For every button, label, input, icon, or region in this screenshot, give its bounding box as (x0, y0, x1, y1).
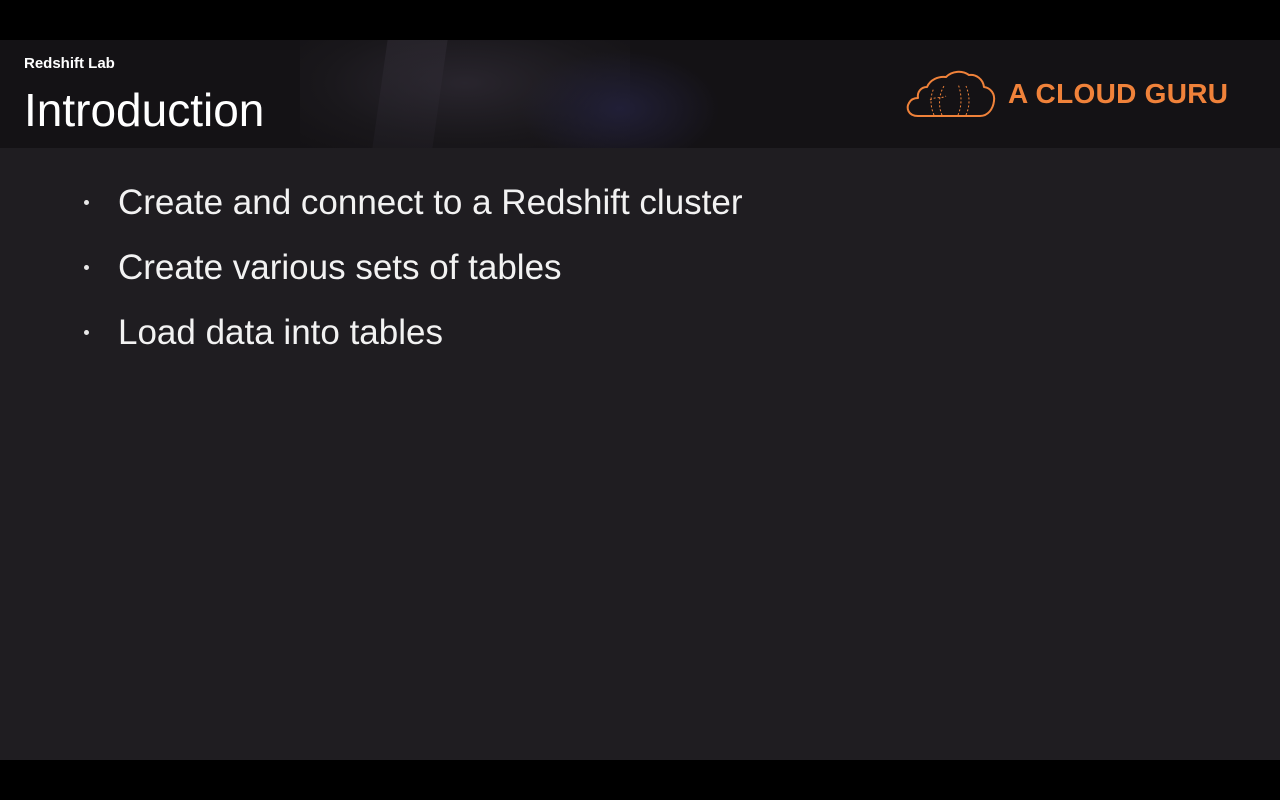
letterbox-top (0, 0, 1280, 40)
section-label: Redshift Lab (24, 55, 115, 72)
list-item: Create and connect to a Redshift cluster (84, 170, 743, 235)
list-item: Create various sets of tables (84, 235, 743, 300)
bullet-icon (84, 200, 89, 205)
bullet-icon (84, 330, 89, 335)
letterbox-bottom (0, 760, 1280, 800)
bullet-text: Create various sets of tables (118, 247, 562, 287)
bullet-list: Create and connect to a Redshift cluster… (84, 170, 743, 365)
bullet-text: Load data into tables (118, 312, 443, 352)
slide-title: Introduction (24, 84, 265, 136)
list-item: Load data into tables (84, 300, 743, 365)
video-background-shadow (520, 50, 720, 148)
bullet-icon (84, 265, 89, 270)
brand-logo: A CLOUD GURU (904, 66, 1228, 122)
bullet-text: Create and connect to a Redshift cluster (118, 182, 743, 222)
cloud-logo-icon (904, 66, 996, 122)
brand-name: A CLOUD GURU (1008, 78, 1229, 109)
slide-header: Redshift Lab Introduction A CLOUD GURU (0, 40, 1280, 148)
presentation-slide: Redshift Lab Introduction A CLOUD GURU C… (0, 40, 1280, 760)
